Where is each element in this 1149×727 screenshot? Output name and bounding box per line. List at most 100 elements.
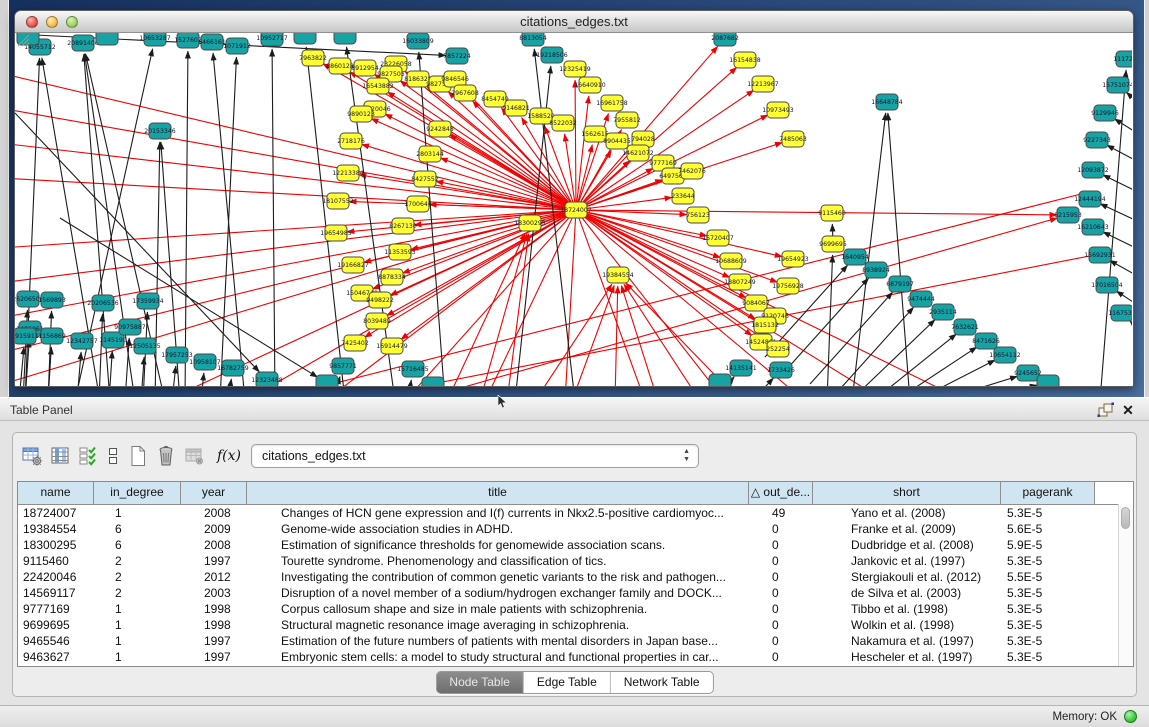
network-window-titlebar[interactable]: citations_edges.txt [15, 11, 1133, 33]
graph-edge [306, 47, 345, 386]
float-panel-icon[interactable] [1097, 402, 1115, 418]
graph-node-label: 18724007 [560, 207, 592, 214]
graph-node[interactable] [709, 374, 731, 386]
table-row[interactable]: 977716911998Corpus callosum shape and si… [18, 601, 1133, 617]
table-cell: 0 [749, 649, 813, 665]
table-row[interactable]: 2242004622012Investigating the contribut… [18, 569, 1133, 585]
table-cell: 1998 [181, 601, 247, 617]
graph-edge [228, 379, 231, 386]
graph-edge [99, 314, 103, 386]
table-cell: 0 [749, 585, 813, 601]
graph-node-label: 8912954 [351, 65, 379, 72]
table-row[interactable]: 911546021997Tourette syndrome. Phenomeno… [18, 553, 1133, 569]
graph-node-label: 10653287 [139, 35, 171, 42]
table-cell: 22420046 [18, 569, 94, 585]
graph-node-label: 794028 [631, 136, 655, 143]
create-column-button[interactable] [127, 445, 149, 467]
graph-edge [1126, 92, 1132, 113]
table-row[interactable]: 946362711997Embryonic stem cells: a mode… [18, 649, 1133, 665]
table-cell: 2003 [181, 585, 247, 601]
table-options-button[interactable] [21, 445, 43, 467]
table-row[interactable]: 969969511998Structural magnetic resonanc… [18, 617, 1133, 633]
graph-node-label: 2935114 [929, 309, 957, 316]
table-cell: 19384554 [18, 521, 94, 537]
function-builder-button[interactable]: f(x) [217, 448, 241, 464]
table-row[interactable]: 1456911722003Disruption of a novel membe… [18, 585, 1133, 601]
table-body: 1872400712008Changes of HCN gene express… [18, 505, 1133, 665]
table-cell: 0 [749, 617, 813, 633]
table-row[interactable]: 946554611997Estimation of the future num… [18, 633, 1133, 649]
graph-node[interactable] [334, 33, 356, 44]
application-window: citations_edges.txt 14055712208914061065… [0, 0, 1149, 727]
header-filler [1095, 482, 1133, 504]
graph-node-label: 9084067 [742, 300, 770, 307]
graph-node[interactable] [96, 33, 118, 45]
graph-node-label: 7857224 [443, 53, 471, 60]
table-cell: 14569117 [18, 585, 94, 601]
graph-node[interactable] [294, 33, 316, 44]
table-cell: 9115460 [18, 553, 94, 569]
column-header-pagerank[interactable]: pagerank [1001, 482, 1095, 504]
close-panel-icon[interactable]: ✕ [1119, 402, 1137, 418]
table-toolbar: f(x) citations_edges.txt ▲▼ [21, 443, 699, 469]
column-visibility-button[interactable] [49, 445, 71, 467]
table-cell: 18724007 [18, 505, 94, 521]
graph-node-label: 17957253 [161, 352, 193, 359]
column-header-out_degree[interactable]: △ out_de... [749, 482, 813, 504]
scrollbar-thumb[interactable] [1121, 507, 1130, 529]
graph-node-label: 7955812 [613, 117, 641, 124]
graph-node[interactable] [1037, 375, 1059, 386]
network-table-selector-value: citations_edges.txt [262, 449, 366, 463]
graph-node-label: 1569893 [38, 297, 66, 304]
graph-node-label: 12213967 [747, 81, 779, 88]
graph-node-label: 9827505 [377, 71, 405, 78]
table-cell: Estimation of significance thresholds fo… [247, 537, 749, 553]
tab-node-table[interactable]: Node Table [436, 672, 524, 693]
table-cell: Wolkin et al. (1998) [813, 617, 1001, 633]
graph-node-label: 16033809 [402, 38, 434, 45]
table-cell: 1 [94, 505, 181, 521]
right-frame-edge [1144, 0, 1149, 397]
column-header-short[interactable]: short [813, 482, 1001, 504]
graph-node-label: 2087682 [711, 35, 739, 42]
graph-node-label: 8267130 [389, 223, 417, 230]
column-header-year[interactable]: year [181, 482, 247, 504]
graph-node[interactable] [422, 377, 444, 386]
vertical-scrollbar[interactable] [1118, 504, 1133, 666]
tab-network-table[interactable]: Network Table [611, 672, 713, 693]
graph-node-label: 8938924 [862, 267, 890, 274]
table-cell: 9699695 [18, 617, 94, 633]
graph-node-label: 12342757 [66, 338, 98, 345]
table-cell: 2012 [181, 569, 247, 585]
graph-edge [938, 376, 1017, 386]
select-all-button[interactable] [77, 445, 99, 467]
table-cell: 6 [94, 537, 181, 553]
graph-node-label: 7632621 [951, 324, 979, 331]
graph-node-label: 8039489 [363, 318, 391, 325]
table-row[interactable]: 1872400712008Changes of HCN gene express… [18, 505, 1133, 521]
graph-node-label: 16154838 [729, 57, 761, 64]
network-table-selector[interactable]: citations_edges.txt ▲▼ [251, 444, 699, 468]
column-header-in_degree[interactable]: in_degree [94, 482, 181, 504]
table-row[interactable]: 1830029562008Estimation of significance … [18, 537, 1133, 553]
delete-column-button[interactable] [155, 445, 177, 467]
graph-node-label: 9242848 [426, 126, 454, 133]
table-cell: 2009 [181, 521, 247, 537]
graph-node-label: 20206536 [87, 300, 119, 307]
table-header-row: namein_degreeyeartitle△ out_de...shortpa… [18, 482, 1133, 505]
delete-table-button[interactable] [183, 445, 205, 467]
window-resize-grip-icon[interactable] [15, 33, 31, 47]
row-selection-mode-button[interactable] [105, 445, 121, 467]
graph-edge [958, 385, 1037, 386]
table-row[interactable]: 1938455462009Genome-wide association stu… [18, 521, 1133, 537]
tab-edge-table[interactable]: Edge Table [524, 672, 611, 693]
graph-node-label: 252254 [766, 346, 790, 353]
network-canvas[interactable]: 1405571220891406106532871527602646616110… [15, 33, 1132, 386]
graph-node[interactable] [316, 375, 338, 386]
graph-node-label: 14621072 [622, 150, 654, 157]
column-header-name[interactable]: name [18, 482, 94, 504]
network-desktop: citations_edges.txt 14055712208914061065… [0, 0, 1149, 397]
graph-node-label: 8860128 [326, 63, 354, 70]
graph-edge [19, 347, 24, 386]
column-header-title[interactable]: title [247, 482, 749, 504]
